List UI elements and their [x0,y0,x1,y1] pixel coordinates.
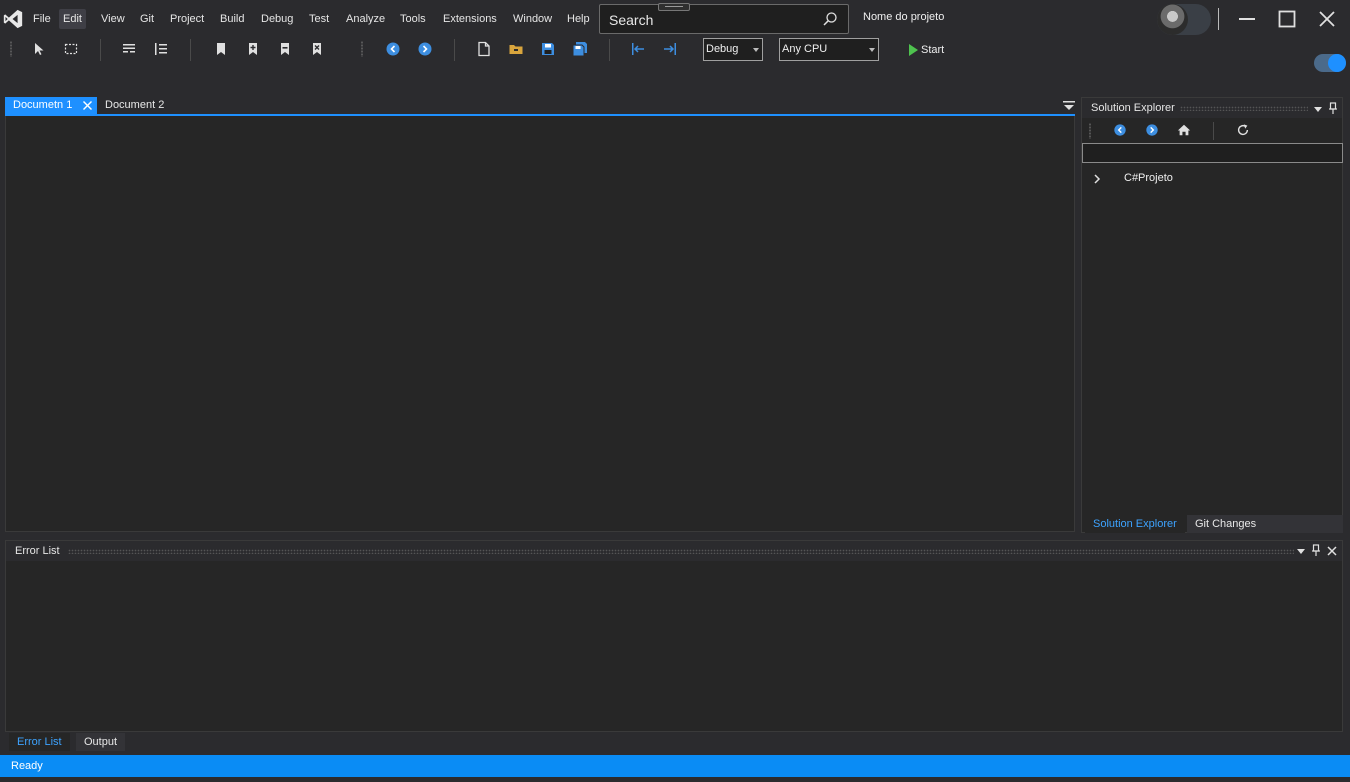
tab-document-2[interactable]: Document 2 [97,97,187,114]
start-button[interactable]: Start [905,40,944,60]
toolbar-separator [100,39,101,61]
tab-git-changes[interactable]: Git Changes [1187,515,1343,533]
toggle-knob [1328,54,1346,72]
search-placeholder[interactable]: Search [609,12,653,28]
menu-edit[interactable]: Edit [59,9,86,29]
header-grip[interactable] [68,549,1294,554]
nav-forward-icon[interactable] [1145,123,1159,137]
menu-test[interactable]: Test [305,9,333,29]
home-icon[interactable] [1177,123,1191,137]
panel-title: Solution Explorer [1091,102,1175,114]
tab-solution-explorer[interactable]: Solution Explorer [1085,515,1185,533]
panel-title: Error List [15,545,60,557]
status-text: Ready [11,760,43,772]
menu-debug[interactable]: Debug [257,9,297,29]
clear-bookmark-icon[interactable] [309,41,325,57]
open-folder-icon[interactable] [508,41,524,57]
toolbar-separator [609,39,610,61]
solution-explorer-toolbar [1082,120,1342,142]
menu-view[interactable]: View [97,9,129,29]
close-icon[interactable] [82,100,93,111]
solution-explorer-tabs: Solution Explorer Git Changes [1082,515,1343,533]
configuration-value: Debug [706,43,739,55]
avatar-photo [1157,4,1188,35]
search-icon[interactable] [822,11,838,27]
toolbar-separator [1213,122,1214,140]
tab-output[interactable]: Output [76,733,126,751]
toolbar-grip[interactable] [1089,123,1091,139]
platform-value: Any CPU [782,43,828,55]
chevron-right-icon[interactable] [1092,173,1102,185]
numbered-lines-icon[interactable] [153,41,169,57]
solution-explorer-header: Solution Explorer [1082,98,1342,118]
nav-forward-icon[interactable] [417,41,433,57]
minimize-icon[interactable] [1234,6,1260,32]
dropdown-icon[interactable] [1312,103,1324,115]
toolbar-grip[interactable] [361,41,363,57]
save-icon[interactable] [540,41,556,57]
pointer-icon[interactable] [31,41,47,57]
menu-analyze[interactable]: Analyze [342,9,389,29]
tree-item-label: C#Projeto [1124,172,1173,184]
tab-error-list[interactable]: Error List [9,733,70,751]
dropdown-icon [753,48,759,52]
comment-lines-icon[interactable] [121,41,137,57]
menu-window[interactable]: Window [509,9,556,29]
menu-file[interactable]: File [29,9,55,29]
status-bar: Ready [0,755,1350,777]
menu-project[interactable]: Project [166,9,208,29]
solution-explorer-panel: Solution Explorer C#Projeto Solution Exp… [1081,97,1343,533]
refresh-icon[interactable] [1236,123,1250,137]
search-grip[interactable] [658,3,690,11]
close-icon[interactable] [1326,545,1338,557]
maximize-icon[interactable] [1274,6,1300,32]
tab-list-dropdown-icon[interactable] [1063,101,1075,111]
solution-explorer-search-input[interactable] [1082,143,1343,163]
project-name: Nome do projeto [863,11,945,23]
outdent-icon[interactable] [630,41,646,57]
nav-back-icon[interactable] [385,41,401,57]
toolbar-separator [454,39,455,61]
header-grip[interactable] [1180,106,1308,111]
search-box[interactable]: Search [599,3,849,34]
tab-label: Document 2 [105,99,165,111]
avatar[interactable] [1157,4,1211,35]
new-file-icon[interactable] [476,41,492,57]
select-rect-icon[interactable] [63,41,79,57]
editor-area[interactable] [5,116,1075,532]
toolbar-grip[interactable] [10,41,12,57]
save-all-icon[interactable] [572,41,588,57]
tab-document-1[interactable]: Documetn 1 [5,97,97,114]
dropdown-icon[interactable] [1295,545,1307,557]
menu-git[interactable]: Git [136,9,158,29]
document-tab-strip: Documetn 1 Document 2 [5,97,1075,116]
prev-bookmark-icon[interactable] [277,41,293,57]
error-list-header: Error List [6,541,1342,561]
play-icon [909,44,918,56]
menu-help[interactable]: Help [563,9,594,29]
toolbar-separator [190,39,191,61]
dropdown-icon [869,48,875,52]
visual-studio-logo-icon [3,9,23,29]
error-list-panel: Error List Error List Output [5,540,1343,751]
menu-extensions[interactable]: Extensions [439,9,501,29]
theme-toggle[interactable] [1314,54,1346,72]
title-divider [1218,8,1219,30]
title-bar: File Edit View Git Project Build Debug T… [0,0,1350,38]
platform-dropdown[interactable]: Any CPU [779,38,879,61]
menu-tools[interactable]: Tools [396,9,430,29]
indent-icon[interactable] [662,41,678,57]
pin-icon[interactable] [1327,102,1339,114]
nav-back-icon[interactable] [1113,123,1127,137]
error-list-tabs: Error List Output [6,733,206,751]
configuration-dropdown[interactable]: Debug [703,38,763,61]
close-icon[interactable] [1314,6,1340,32]
menu-build[interactable]: Build [216,9,248,29]
add-bookmark-icon[interactable] [245,41,261,57]
pin-icon[interactable] [1310,544,1322,556]
start-label: Start [921,44,945,56]
bookmark-icon[interactable] [213,41,229,57]
tab-label: Documetn 1 [13,99,73,111]
